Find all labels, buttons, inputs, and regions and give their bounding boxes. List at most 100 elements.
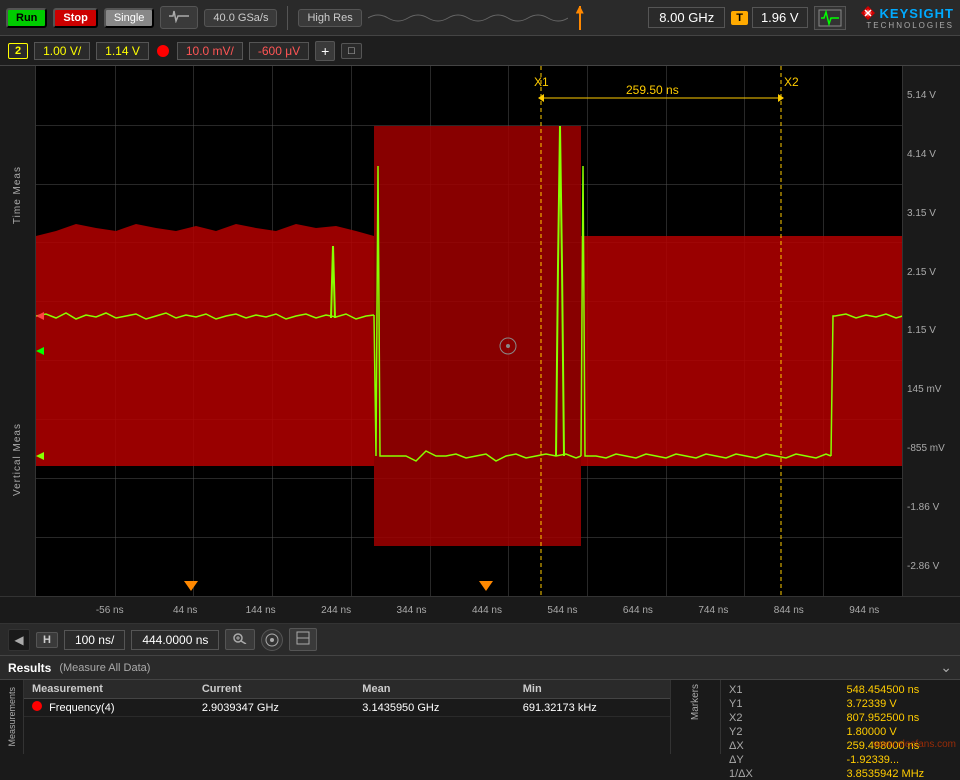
y1-value: 3.72339 V: [847, 698, 953, 710]
nav-circle-button[interactable]: [261, 629, 283, 651]
time-axis: -56 ns 44 ns 144 ns 244 ns 344 ns 444 ns…: [0, 596, 960, 624]
waveform-red-tall: [374, 126, 581, 546]
y1-label: Y1: [729, 698, 835, 710]
results-sub: (Measure All Data): [59, 662, 150, 674]
zoom-button[interactable]: [225, 629, 255, 650]
voltage-label-1: 5.14 V: [907, 90, 936, 101]
time-tick-5: 444 ns: [449, 605, 524, 616]
x2-value: 807.952500 ns: [847, 712, 953, 724]
table-row: Frequency(4) 2.9039347 GHz 3.1435950 GHz…: [24, 699, 670, 717]
time-meas-label: Time Meas: [12, 166, 23, 224]
cursor-delta-label: 259.50 ns: [626, 83, 679, 97]
waveform-mode-icon[interactable]: [160, 6, 198, 29]
h-label: H: [36, 632, 58, 648]
time-tick-6: 544 ns: [525, 605, 600, 616]
waveform-display: X1 X2 259.50 ns: [36, 66, 902, 596]
y2-value: 1.80000 V: [847, 726, 953, 738]
ch1-indicator: [157, 45, 169, 57]
waveform-red-right-edge: [831, 236, 902, 466]
trigger-position-marker: [574, 6, 586, 30]
meas-dot: [32, 701, 42, 711]
time-offset[interactable]: 444.0000 ns: [131, 630, 219, 650]
dy-value: -1.92339...: [847, 754, 953, 766]
x2-label: X2: [729, 712, 835, 724]
trigger-time-marker-right: [479, 581, 493, 591]
sample-rate-display: 40.0 GSa/s: [204, 9, 277, 27]
frequency-display: 8.00 GHz: [648, 7, 725, 28]
meas-mean: 3.1435950 GHz: [354, 699, 514, 717]
mode-display[interactable]: High Res: [298, 9, 361, 27]
trigger-value-display: 1.96 V: [752, 7, 808, 28]
voltage-label-7: -855 mV: [907, 443, 945, 454]
right-voltage-labels: 5.14 V 4.14 V 3.15 V 2.15 V 1.15 V 145 m…: [902, 66, 960, 596]
results-left-panel: Measurement Current Mean Min Frequency(4…: [24, 680, 670, 754]
toolbar-separator-1: [287, 6, 288, 30]
voltage-label-6: 145 mV: [907, 384, 941, 395]
voltage-label-2: 4.14 V: [907, 149, 936, 160]
inv-value: 3.8535942 MHz: [847, 768, 953, 780]
time-tick-8: 744 ns: [676, 605, 751, 616]
measurements-label: Measurements: [7, 687, 17, 747]
measurements-side-label: Measurements: [0, 680, 24, 754]
inv-label: 1/ΔX: [729, 768, 835, 780]
top-toolbar: Run Stop Single 40.0 GSa/s High Res 8.00…: [0, 0, 960, 36]
oscilloscope-display[interactable]: X1 X2 259.50 ns: [36, 66, 902, 596]
add-channel-button[interactable]: +: [315, 41, 335, 61]
ch2-badge[interactable]: 2: [8, 43, 28, 59]
voltage-label-5: 1.15 V: [907, 325, 936, 336]
left-side-labels: Time Meas Vertical Meas: [0, 66, 36, 596]
trigger-time-marker-left: [184, 581, 198, 591]
time-tick-4: 344 ns: [374, 605, 449, 616]
time-tick-9: 844 ns: [751, 605, 826, 616]
ch2-scale[interactable]: 1.00 V/: [34, 42, 90, 60]
time-tick-1: 44 ns: [147, 605, 222, 616]
voltage-label-8: -1.86 V: [907, 502, 939, 513]
time-tick-0: -56 ns: [72, 605, 147, 616]
bottom-toolbar: ◀ H 100 ns/ 444.0000 ns: [0, 624, 960, 656]
time-tick-10: 944 ns: [827, 605, 902, 616]
brand-name: KEYSIGHT: [880, 6, 954, 21]
trigger-box: T 1.96 V: [731, 7, 807, 28]
nav-left-button[interactable]: ◀: [8, 629, 30, 651]
cursor-x1-label: X1: [534, 75, 549, 89]
waveform-red-low-right: [581, 236, 831, 466]
col-mean: Mean: [354, 680, 514, 699]
meas-min: 691.32173 kHz: [515, 699, 670, 717]
trigger-t-label: T: [731, 11, 748, 25]
collapse-button[interactable]: ⌄: [940, 659, 952, 676]
ch2-offset[interactable]: 1.14 V: [96, 42, 149, 60]
run-button[interactable]: Run: [6, 8, 47, 28]
meas-current: 2.9039347 GHz: [194, 699, 354, 717]
toolbar-spacer-left: [368, 8, 568, 28]
watermark: www.elecfans.com: [873, 739, 956, 750]
vertical-meas-label: Vertical Meas: [12, 423, 23, 496]
ref-button[interactable]: □: [341, 43, 362, 59]
scope-icon[interactable]: [814, 6, 846, 30]
results-table-area: Measurements Measurement Current Mean Mi…: [0, 680, 960, 754]
channel-toolbar: 2 1.00 V/ 1.14 V 10.0 mV/ -600 μV + □: [0, 36, 960, 66]
col-current: Current: [194, 680, 354, 699]
keysight-logo: KEYSIGHT TECHNOLOGIES: [860, 5, 954, 30]
single-button[interactable]: Single: [104, 8, 155, 28]
x1-label: X1: [729, 684, 835, 696]
ch1-offset[interactable]: -600 μV: [249, 42, 309, 60]
col-measurement: Measurement: [24, 680, 194, 699]
measurements-table: Measurement Current Mean Min Frequency(4…: [24, 680, 670, 717]
brand-sub: TECHNOLOGIES: [866, 21, 954, 30]
center-dot: [506, 344, 510, 348]
results-bar: Results (Measure All Data) ⌄: [0, 656, 960, 680]
x1-value: 548.454500 ns: [847, 684, 953, 696]
cursor-x2-label: X2: [784, 75, 799, 89]
stop-button[interactable]: Stop: [53, 8, 97, 28]
time-tick-7: 644 ns: [600, 605, 675, 616]
markers-label: Markers: [690, 684, 701, 720]
meas-name: Frequency(4): [24, 699, 194, 717]
y2-label: Y2: [729, 726, 835, 738]
cursor-readout: X1 548.454500 ns Y1 3.72339 V X2 807.952…: [729, 684, 952, 780]
voltage-label-9: -2.86 V: [907, 561, 939, 572]
col-min: Min: [515, 680, 670, 699]
time-per-div[interactable]: 100 ns/: [64, 630, 125, 650]
main-display-area: Time Meas Vertical Meas: [0, 66, 960, 596]
ch1-scale[interactable]: 10.0 mV/: [177, 42, 243, 60]
marker-button[interactable]: [289, 628, 317, 651]
